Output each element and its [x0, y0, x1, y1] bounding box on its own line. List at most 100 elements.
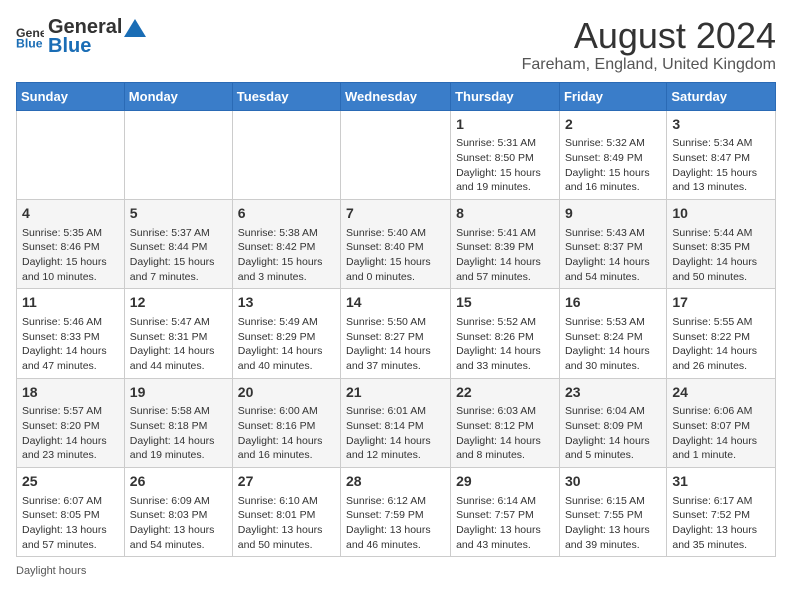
calendar-cell: 15Sunrise: 5:52 AMSunset: 8:26 PMDayligh… — [451, 289, 560, 378]
calendar-cell: 18Sunrise: 5:57 AMSunset: 8:20 PMDayligh… — [17, 378, 125, 467]
page-header: General Blue General Blue August 2024 Fa… — [16, 16, 776, 74]
day-info: Sunrise: 5:38 AMSunset: 8:42 PMDaylight:… — [238, 226, 335, 285]
day-info: Sunrise: 5:37 AMSunset: 8:44 PMDaylight:… — [130, 226, 227, 285]
day-number: 25 — [22, 472, 119, 492]
col-monday: Monday — [124, 82, 232, 110]
calendar-cell: 25Sunrise: 6:07 AMSunset: 8:05 PMDayligh… — [17, 467, 125, 556]
day-info: Sunrise: 6:07 AMSunset: 8:05 PMDaylight:… — [22, 494, 119, 553]
day-number: 31 — [672, 472, 770, 492]
day-number: 20 — [238, 383, 335, 403]
day-number: 26 — [130, 472, 227, 492]
logo: General Blue General Blue — [16, 16, 146, 58]
calendar-cell: 9Sunrise: 5:43 AMSunset: 8:37 PMDaylight… — [559, 199, 666, 288]
daylight-label: Daylight hours — [16, 565, 86, 577]
day-info: Sunrise: 5:31 AMSunset: 8:50 PMDaylight:… — [456, 136, 554, 195]
day-info: Sunrise: 6:06 AMSunset: 8:07 PMDaylight:… — [672, 404, 770, 463]
day-number: 24 — [672, 383, 770, 403]
calendar-cell: 17Sunrise: 5:55 AMSunset: 8:22 PMDayligh… — [667, 289, 776, 378]
day-info: Sunrise: 6:12 AMSunset: 7:59 PMDaylight:… — [346, 494, 445, 553]
day-info: Sunrise: 6:03 AMSunset: 8:12 PMDaylight:… — [456, 404, 554, 463]
day-number: 1 — [456, 115, 554, 135]
day-number: 23 — [565, 383, 661, 403]
day-info: Sunrise: 5:40 AMSunset: 8:40 PMDaylight:… — [346, 226, 445, 285]
day-info: Sunrise: 5:35 AMSunset: 8:46 PMDaylight:… — [22, 226, 119, 285]
footer: Daylight hours — [16, 565, 776, 577]
day-info: Sunrise: 5:58 AMSunset: 8:18 PMDaylight:… — [130, 404, 227, 463]
calendar-cell: 12Sunrise: 5:47 AMSunset: 8:31 PMDayligh… — [124, 289, 232, 378]
day-info: Sunrise: 5:50 AMSunset: 8:27 PMDaylight:… — [346, 315, 445, 374]
day-number: 13 — [238, 293, 335, 313]
day-info: Sunrise: 5:41 AMSunset: 8:39 PMDaylight:… — [456, 226, 554, 285]
day-info: Sunrise: 5:49 AMSunset: 8:29 PMDaylight:… — [238, 315, 335, 374]
day-number: 29 — [456, 472, 554, 492]
calendar-table: Sunday Monday Tuesday Wednesday Thursday… — [16, 82, 776, 558]
calendar-cell: 29Sunrise: 6:14 AMSunset: 7:57 PMDayligh… — [451, 467, 560, 556]
calendar-week-4: 18Sunrise: 5:57 AMSunset: 8:20 PMDayligh… — [17, 378, 776, 467]
calendar-cell: 28Sunrise: 6:12 AMSunset: 7:59 PMDayligh… — [341, 467, 451, 556]
calendar-cell: 16Sunrise: 5:53 AMSunset: 8:24 PMDayligh… — [559, 289, 666, 378]
calendar-cell: 10Sunrise: 5:44 AMSunset: 8:35 PMDayligh… — [667, 199, 776, 288]
day-number: 27 — [238, 472, 335, 492]
calendar-cell: 31Sunrise: 6:17 AMSunset: 7:52 PMDayligh… — [667, 467, 776, 556]
calendar-title: August 2024 — [522, 16, 776, 56]
day-number: 5 — [130, 204, 227, 224]
calendar-cell: 8Sunrise: 5:41 AMSunset: 8:39 PMDaylight… — [451, 199, 560, 288]
day-info: Sunrise: 5:34 AMSunset: 8:47 PMDaylight:… — [672, 136, 770, 195]
calendar-cell: 24Sunrise: 6:06 AMSunset: 8:07 PMDayligh… — [667, 378, 776, 467]
day-info: Sunrise: 5:52 AMSunset: 8:26 PMDaylight:… — [456, 315, 554, 374]
day-number: 11 — [22, 293, 119, 313]
day-info: Sunrise: 6:10 AMSunset: 8:01 PMDaylight:… — [238, 494, 335, 553]
calendar-cell: 11Sunrise: 5:46 AMSunset: 8:33 PMDayligh… — [17, 289, 125, 378]
calendar-cell: 27Sunrise: 6:10 AMSunset: 8:01 PMDayligh… — [232, 467, 340, 556]
day-number: 17 — [672, 293, 770, 313]
day-number: 21 — [346, 383, 445, 403]
calendar-week-1: 1Sunrise: 5:31 AMSunset: 8:50 PMDaylight… — [17, 110, 776, 199]
calendar-cell: 21Sunrise: 6:01 AMSunset: 8:14 PMDayligh… — [341, 378, 451, 467]
day-info: Sunrise: 6:15 AMSunset: 7:55 PMDaylight:… — [565, 494, 661, 553]
day-number: 3 — [672, 115, 770, 135]
calendar-week-5: 25Sunrise: 6:07 AMSunset: 8:05 PMDayligh… — [17, 467, 776, 556]
calendar-body: 1Sunrise: 5:31 AMSunset: 8:50 PMDaylight… — [17, 110, 776, 557]
col-saturday: Saturday — [667, 82, 776, 110]
day-info: Sunrise: 5:57 AMSunset: 8:20 PMDaylight:… — [22, 404, 119, 463]
svg-text:Blue: Blue — [16, 37, 43, 51]
calendar-cell: 20Sunrise: 6:00 AMSunset: 8:16 PMDayligh… — [232, 378, 340, 467]
calendar-cell: 7Sunrise: 5:40 AMSunset: 8:40 PMDaylight… — [341, 199, 451, 288]
day-info: Sunrise: 5:43 AMSunset: 8:37 PMDaylight:… — [565, 226, 661, 285]
calendar-cell: 14Sunrise: 5:50 AMSunset: 8:27 PMDayligh… — [341, 289, 451, 378]
calendar-cell: 26Sunrise: 6:09 AMSunset: 8:03 PMDayligh… — [124, 467, 232, 556]
calendar-cell: 13Sunrise: 5:49 AMSunset: 8:29 PMDayligh… — [232, 289, 340, 378]
day-number: 15 — [456, 293, 554, 313]
day-number: 9 — [565, 204, 661, 224]
calendar-cell: 22Sunrise: 6:03 AMSunset: 8:12 PMDayligh… — [451, 378, 560, 467]
day-number: 2 — [565, 115, 661, 135]
day-info: Sunrise: 6:17 AMSunset: 7:52 PMDaylight:… — [672, 494, 770, 553]
day-number: 12 — [130, 293, 227, 313]
calendar-cell — [341, 110, 451, 199]
day-number: 18 — [22, 383, 119, 403]
day-number: 19 — [130, 383, 227, 403]
col-sunday: Sunday — [17, 82, 125, 110]
day-number: 6 — [238, 204, 335, 224]
day-info: Sunrise: 6:14 AMSunset: 7:57 PMDaylight:… — [456, 494, 554, 553]
day-number: 22 — [456, 383, 554, 403]
day-number: 14 — [346, 293, 445, 313]
title-block: August 2024 Fareham, England, United Kin… — [522, 16, 776, 74]
calendar-cell: 1Sunrise: 5:31 AMSunset: 8:50 PMDaylight… — [451, 110, 560, 199]
calendar-cell: 23Sunrise: 6:04 AMSunset: 8:09 PMDayligh… — [559, 378, 666, 467]
day-number: 30 — [565, 472, 661, 492]
day-number: 28 — [346, 472, 445, 492]
day-info: Sunrise: 5:46 AMSunset: 8:33 PMDaylight:… — [22, 315, 119, 374]
calendar-cell: 19Sunrise: 5:58 AMSunset: 8:18 PMDayligh… — [124, 378, 232, 467]
day-info: Sunrise: 6:01 AMSunset: 8:14 PMDaylight:… — [346, 404, 445, 463]
calendar-cell: 5Sunrise: 5:37 AMSunset: 8:44 PMDaylight… — [124, 199, 232, 288]
logo-icon: General Blue — [16, 23, 44, 51]
day-info: Sunrise: 6:09 AMSunset: 8:03 PMDaylight:… — [130, 494, 227, 553]
day-number: 8 — [456, 204, 554, 224]
day-info: Sunrise: 5:47 AMSunset: 8:31 PMDaylight:… — [130, 315, 227, 374]
calendar-week-3: 11Sunrise: 5:46 AMSunset: 8:33 PMDayligh… — [17, 289, 776, 378]
calendar-cell: 6Sunrise: 5:38 AMSunset: 8:42 PMDaylight… — [232, 199, 340, 288]
day-number: 7 — [346, 204, 445, 224]
calendar-cell: 3Sunrise: 5:34 AMSunset: 8:47 PMDaylight… — [667, 110, 776, 199]
col-tuesday: Tuesday — [232, 82, 340, 110]
